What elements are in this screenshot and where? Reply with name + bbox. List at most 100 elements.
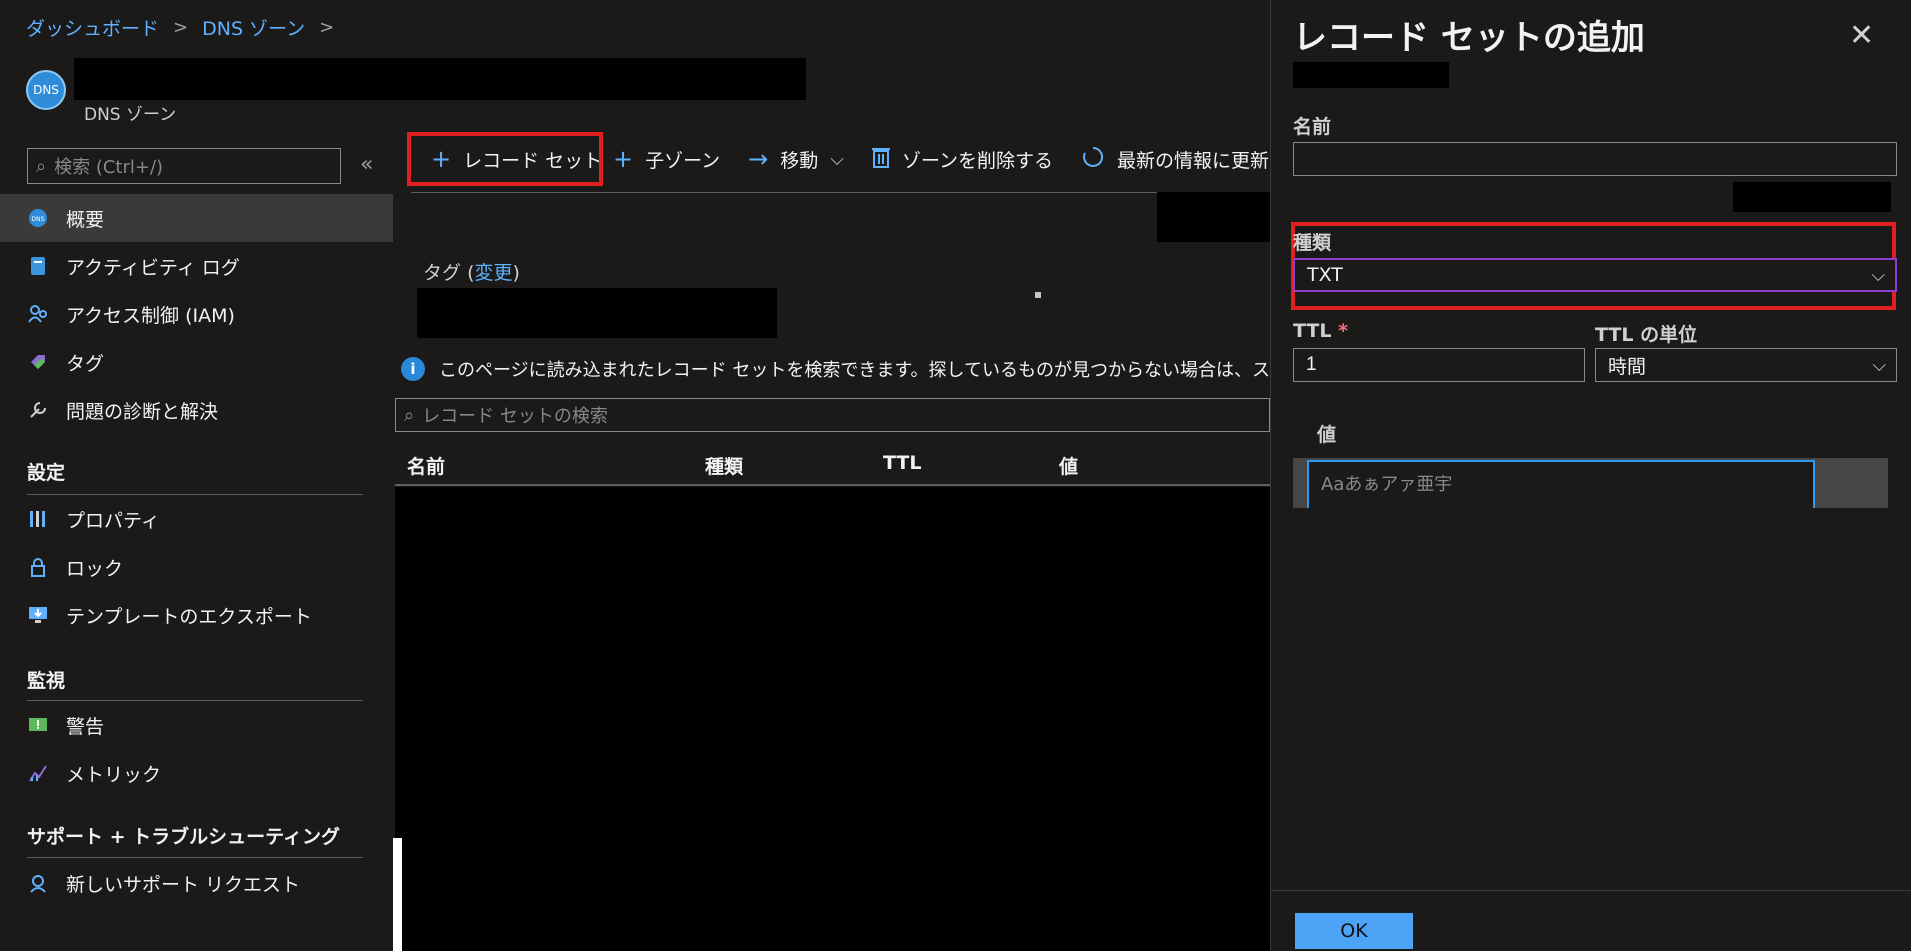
sidebar-item-label: テンプレートのエクスポート [66, 605, 312, 628]
collapse-sidebar-button[interactable]: « [360, 152, 373, 177]
breadcrumb-dashboard[interactable]: ダッシュボード [26, 14, 159, 41]
type-label: 種類 [1293, 232, 1332, 254]
metrics-icon [28, 763, 48, 783]
column-header-value[interactable]: 値 [1059, 452, 1078, 479]
ttl-field[interactable] [1293, 348, 1585, 382]
lock-icon [28, 557, 48, 577]
sidebar-item-label: ロック [66, 557, 124, 580]
trash-icon [871, 146, 890, 173]
record-set-search-input[interactable]: ⌕ レコード セットの検索 [395, 398, 1270, 432]
dns-zone-icon: DNS [28, 208, 48, 228]
breadcrumb-separator: > [173, 17, 189, 38]
sidebar-item-lock[interactable]: ロック [0, 543, 393, 591]
breadcrumb-separator: > [319, 17, 335, 38]
export-template-icon [28, 605, 48, 625]
name-field[interactable] [1293, 142, 1897, 176]
sidebar-search-input[interactable]: ⌕ 検索 (Ctrl+/) [27, 148, 341, 184]
info-text: このページに読み込まれたレコード セットを検索できます。探しているものが見つから… [439, 360, 1270, 381]
wrench-icon [28, 400, 48, 420]
svg-text:DNS: DNS [32, 216, 45, 223]
marker-dot [1035, 292, 1041, 298]
ttl-unit-select-value: 時間 [1608, 355, 1647, 378]
plus-icon: + [431, 145, 452, 173]
support-icon [28, 873, 48, 893]
sidebar-item-label: タグ [66, 352, 105, 375]
panel-title: レコード セットの追加 [1293, 18, 1645, 58]
chevron-down-icon: ⌵ [1871, 264, 1885, 286]
sidebar: ⌕ 検索 (Ctrl+/) « DNS 概要 アクティビティ ログ アクセス制御… [0, 140, 393, 951]
sidebar-search-placeholder: 検索 (Ctrl+/) [54, 157, 164, 178]
table-header: 名前 種類 TTL 値 [395, 442, 1270, 486]
sidebar-item-diagnose[interactable]: 問題の診断と解決 [0, 386, 393, 434]
value-field[interactable]: Aaあぁアァ亜宇 [1307, 460, 1815, 508]
delete-zone-button[interactable]: ゾーンを削除する [858, 136, 1067, 182]
sidebar-item-new-support-request[interactable]: 新しいサポート リクエスト [0, 859, 393, 907]
sidebar-item-iam[interactable]: アクセス制御 (IAM) [0, 290, 393, 338]
sidebar-item-metrics[interactable]: メトリック [0, 749, 393, 797]
sidebar-item-export-template[interactable]: テンプレートのエクスポート [0, 591, 393, 639]
arrow-right-icon: → [748, 145, 769, 173]
section-title-support: サポート + トラブルシューティング [27, 826, 341, 848]
plus-icon: + [613, 145, 634, 173]
iam-icon [28, 304, 48, 324]
add-child-zone-button[interactable]: + 子ゾーン [599, 136, 734, 182]
activity-log-icon [28, 256, 48, 276]
value-label: 値 [1317, 424, 1337, 446]
search-icon: ⌕ [404, 404, 415, 426]
sidebar-item-activity-log[interactable]: アクティビティ ログ [0, 242, 393, 290]
record-search-placeholder: レコード セットの検索 [422, 406, 608, 427]
divider [27, 857, 363, 858]
redacted-name-hint [1733, 182, 1891, 212]
ttl-unit-label: TTL の単位 [1595, 324, 1698, 346]
divider [1271, 890, 1911, 891]
sidebar-item-label: プロパティ [66, 509, 160, 532]
delete-zone-label: ゾーンを削除する [901, 149, 1054, 172]
redacted-resource-name [74, 58, 806, 100]
section-title-monitoring: 監視 [27, 670, 66, 692]
add-record-set-label: レコード セット [463, 149, 603, 172]
section-title-settings: 設定 [27, 462, 66, 484]
edge-strip [393, 838, 402, 951]
chevron-down-icon: ⌵ [1872, 354, 1886, 376]
ok-button[interactable]: OK [1295, 913, 1413, 949]
redacted-table-body [395, 487, 1270, 951]
column-header-ttl[interactable]: TTL [883, 452, 921, 474]
refresh-button[interactable]: 最新の情報に更新 [1067, 136, 1283, 182]
search-icon: ⌕ [36, 155, 47, 177]
main-content: + レコード セット + 子ゾーン → 移動 ⌵ ゾーンを削除する 最新の情報に… [393, 120, 1270, 951]
move-button[interactable]: → 移動 ⌵ [734, 136, 858, 182]
alert-icon [28, 715, 48, 735]
redacted-tags [417, 288, 777, 338]
tags-row: タグ (変更) [423, 258, 520, 285]
ttl-label: TTL * [1293, 320, 1348, 342]
redacted-subtitle [1293, 62, 1449, 88]
type-select[interactable]: TXT ⌵ [1293, 258, 1897, 292]
type-select-value: TXT [1307, 264, 1343, 286]
column-header-type[interactable]: 種類 [705, 452, 743, 479]
sidebar-item-label: 新しいサポート リクエスト [66, 873, 301, 896]
ttl-unit-select[interactable]: 時間 ⌵ [1595, 348, 1897, 382]
value-editor: Aaあぁアァ亜宇 [1293, 458, 1888, 508]
sidebar-item-label: アクティビティ ログ [66, 256, 240, 279]
add-record-set-panel: レコード セットの追加 ✕ 名前 種類 TXT ⌵ TTL * TTL の単位 … [1270, 0, 1911, 951]
sidebar-item-alerts[interactable]: 警告 [0, 701, 393, 749]
refresh-icon [1081, 145, 1105, 174]
sidebar-item-overview[interactable]: DNS 概要 [0, 194, 393, 242]
close-icon[interactable]: ✕ [1849, 18, 1874, 53]
ttl-label-text: TTL [1293, 320, 1332, 342]
sidebar-item-tags[interactable]: タグ [0, 338, 393, 386]
sidebar-item-properties[interactable]: プロパティ [0, 495, 393, 543]
sidebar-item-label: アクセス制御 (IAM) [66, 304, 235, 327]
divider [411, 192, 1270, 193]
change-tags-link[interactable]: 変更 [474, 262, 512, 284]
add-record-set-button[interactable]: + レコード セット [407, 132, 603, 186]
sidebar-item-label: 警告 [66, 715, 105, 738]
breadcrumb-dns-zones[interactable]: DNS ゾーン [202, 14, 305, 41]
sidebar-item-label: 問題の診断と解決 [66, 400, 219, 423]
resource-type-label: DNS ゾーン [84, 105, 177, 125]
tag-icon [28, 352, 48, 372]
info-icon: i [401, 357, 425, 381]
column-header-name[interactable]: 名前 [407, 452, 445, 479]
redacted-block [1157, 192, 1270, 242]
tags-close-paren: ) [512, 262, 520, 284]
